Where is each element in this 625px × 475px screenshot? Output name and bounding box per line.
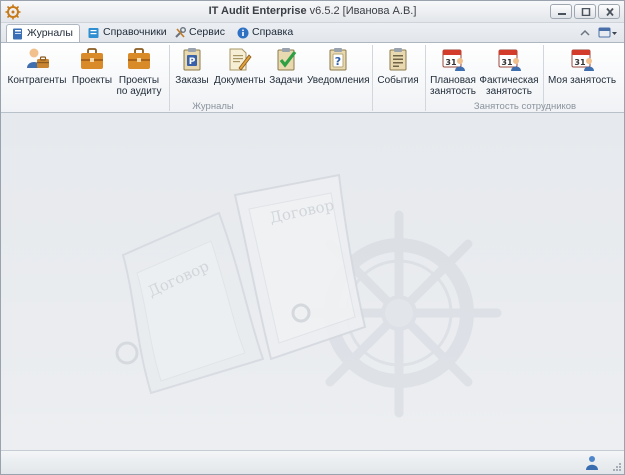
documents-icon [229, 48, 252, 71]
reference-book-icon [88, 28, 99, 38]
svg-text:?: ? [335, 55, 341, 68]
events-icon [389, 48, 407, 71]
tasks-label: Задачи [269, 75, 303, 86]
my-workload-button[interactable]: 31 Моя занятость [547, 46, 617, 98]
journal-icon [13, 28, 22, 40]
notifications-icon: ? [329, 48, 347, 71]
projects-button[interactable]: Проекты [70, 46, 114, 98]
tab-help[interactable]: Справка [232, 24, 299, 42]
contractors-icon [27, 48, 49, 68]
planned-workload-label-line1: Плановая [430, 75, 476, 86]
audit-projects-button[interactable]: Проекты по аудиту [115, 46, 163, 98]
events-label: События [377, 75, 419, 86]
maximize-icon [581, 8, 591, 16]
contract-document-icon [115, 211, 265, 395]
title-bar: IT Audit Enterprise v6.5.2 [Иванова А.В.… [1, 1, 624, 23]
contractors-label: Контрагенты [7, 75, 67, 86]
ribbon-tab-bar: Журналы Справочники Сервис Справка [1, 23, 624, 43]
help-icon [237, 27, 249, 39]
status-bar [1, 450, 624, 474]
documents-label: Документы [214, 75, 266, 86]
svg-text:P: P [189, 57, 196, 67]
orders-button[interactable]: P Заказы [174, 46, 210, 98]
calendar-user-icon: 31 [442, 49, 465, 71]
actual-workload-label-line1: Фактическая [479, 75, 539, 86]
tab-label: Журналы [27, 27, 73, 39]
minimize-icon [558, 13, 566, 15]
style-menu-icon[interactable] [598, 26, 618, 40]
actual-workload-button[interactable]: 31 Фактическая занятость [479, 46, 539, 98]
tasks-button[interactable]: Задачи [267, 46, 305, 98]
calendar-user-icon: 31 [571, 49, 594, 71]
tab-label: Справка [252, 26, 294, 38]
orders-icon: P [183, 48, 201, 71]
documents-button[interactable]: Документы [214, 46, 266, 98]
collapse-ribbon-icon[interactable] [578, 26, 592, 40]
group-label-employee-workload: Занятость сотрудников [473, 101, 577, 112]
orders-label: Заказы [175, 75, 209, 86]
close-icon [606, 8, 614, 16]
tab-service[interactable]: Сервис [169, 24, 231, 42]
my-workload-label: Моя занятость [547, 75, 617, 86]
app-window: IT Audit Enterprise v6.5.2 [Иванова А.В.… [0, 0, 625, 475]
contractors-button[interactable]: Контрагенты [6, 46, 68, 98]
planned-workload-button[interactable]: 31 Плановая занятость [429, 46, 477, 98]
minimize-button[interactable] [550, 4, 572, 19]
svg-text:31: 31 [445, 58, 457, 67]
resize-grip-icon[interactable] [612, 462, 622, 472]
group-label-journals: Журналы [192, 101, 234, 112]
tab-label: Справочники [103, 26, 167, 38]
ribbon-panel: Контрагенты Проекты Проекты по аудиту P … [1, 42, 624, 113]
actual-workload-label-line2: занятость [486, 86, 532, 97]
audit-projects-label-line1: Проекты [118, 75, 160, 86]
tools-icon [175, 27, 186, 38]
briefcase-icon [128, 48, 150, 69]
ribbon-options [578, 26, 618, 40]
tasks-check-icon [277, 48, 297, 71]
calendar-user-icon: 31 [498, 49, 521, 71]
projects-label: Проекты [71, 75, 113, 86]
audit-projects-label-line2: по аудиту [116, 86, 162, 97]
briefcase-icon [81, 48, 103, 69]
maximize-button[interactable] [574, 4, 596, 19]
window-title: IT Audit Enterprise v6.5.2 [Иванова А.В.… [1, 5, 624, 17]
workspace-area: Договор Договор [1, 113, 624, 450]
window-title-version-user: v6.5.2 [Иванова А.В.] [306, 5, 417, 17]
tab-journals[interactable]: Журналы [6, 24, 80, 43]
events-button[interactable]: События [376, 46, 420, 98]
tab-label: Сервис [189, 26, 225, 38]
notifications-button[interactable]: ? Уведомления [307, 46, 370, 98]
window-title-app: IT Audit Enterprise [208, 5, 307, 17]
tab-references[interactable]: Справочники [83, 24, 173, 42]
notifications-label: Уведомления [307, 75, 370, 86]
background-watermark: Договор Договор [115, 173, 502, 418]
svg-text:31: 31 [501, 58, 513, 67]
close-button[interactable] [598, 4, 620, 19]
svg-text:31: 31 [574, 58, 586, 67]
user-status-icon[interactable] [585, 455, 599, 471]
planned-workload-label-line2: занятость [430, 86, 476, 97]
